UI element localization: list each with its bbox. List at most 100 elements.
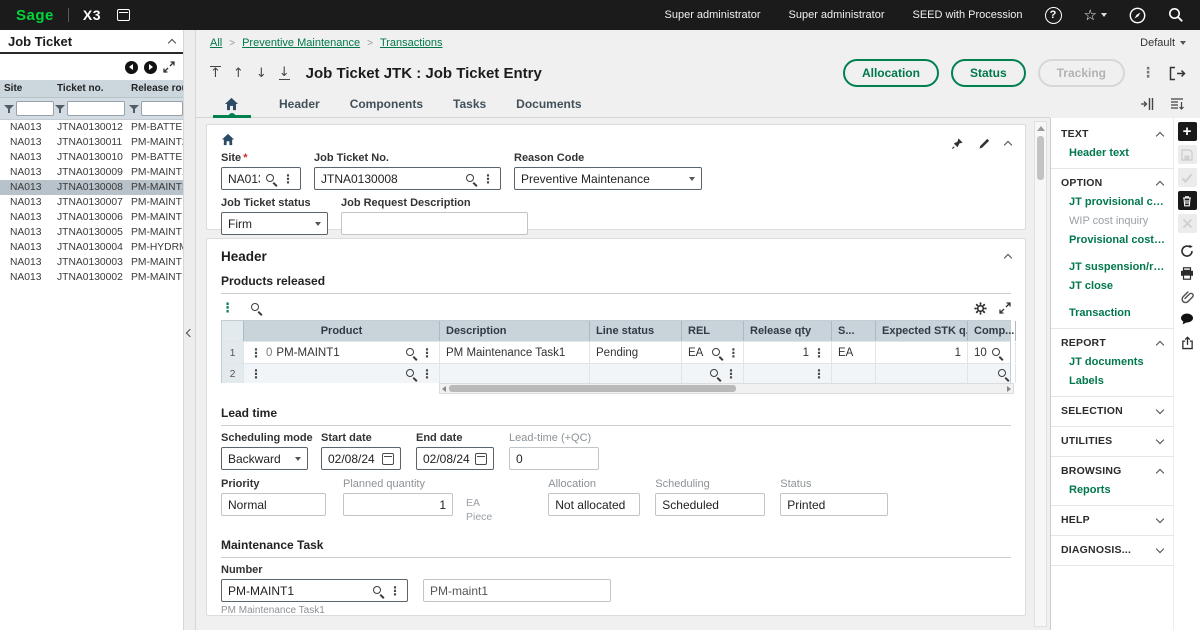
planned-quantity-field[interactable]: 1 (343, 493, 453, 516)
field-options-icon[interactable]: ⋮ (282, 173, 294, 185)
status-field[interactable]: Printed (780, 493, 888, 516)
filter-ticket-input[interactable] (67, 101, 125, 116)
comment-button[interactable] (1178, 310, 1197, 329)
job-request-description-field[interactable] (341, 212, 528, 235)
collapse-section-icon[interactable] (1004, 254, 1012, 262)
global-search[interactable] (1168, 7, 1184, 23)
section-header[interactable]: BROWSING (1061, 460, 1165, 481)
field-options-icon[interactable]: ⋮ (482, 173, 494, 185)
job-ticket-row[interactable]: NA013 JTNA0130011 PM-MAINT2 (0, 135, 183, 150)
confirm-button-disabled[interactable] (1178, 168, 1197, 187)
section-header[interactable]: SELECTION (1061, 400, 1165, 421)
lookup-icon[interactable] (709, 368, 721, 380)
share-button[interactable] (1178, 333, 1197, 352)
status-button[interactable]: Status (951, 59, 1026, 87)
grid-fullscreen-icon[interactable] (999, 302, 1011, 314)
user-name-menu[interactable]: Super administrator (789, 9, 885, 21)
scrollbar-thumb[interactable] (1037, 136, 1044, 180)
job-ticket-no-field[interactable]: JTNA0130008 ⋮ (314, 167, 501, 190)
grid-settings-gear-icon[interactable] (974, 302, 987, 315)
main-vertical-scrollbar[interactable] (1034, 121, 1047, 627)
collapse-left-panel-icon[interactable] (186, 329, 194, 337)
field-options-icon[interactable]: ⋮ (725, 368, 737, 380)
scroll-up-arrow[interactable] (1037, 126, 1045, 131)
action-link[interactable]: Transaction (1061, 304, 1165, 323)
toggle-layout-icon[interactable] (1170, 97, 1184, 111)
next-page-button[interactable] (144, 61, 157, 74)
filter-routing-input[interactable] (141, 101, 183, 116)
panel-splitter[interactable] (183, 30, 196, 630)
action-link[interactable]: Header text (1061, 144, 1165, 163)
grid-actions-icon[interactable]: ⋮ (221, 302, 234, 315)
collapse-icon[interactable] (168, 38, 176, 46)
tab-home[interactable] (214, 90, 249, 117)
left-panel-header[interactable]: Job Ticket (0, 30, 183, 54)
user-role-menu[interactable]: Super administrator (665, 9, 761, 21)
action-link[interactable]: JT provisional cost calcula... (1061, 193, 1165, 212)
job-ticket-row[interactable]: NA013 JTNA0130005 PM-MAINT (0, 225, 183, 240)
view-selector[interactable]: Default (1140, 37, 1186, 49)
column-site[interactable]: Site (0, 83, 55, 94)
expand-icon[interactable] (163, 61, 175, 73)
new-record-button[interactable]: + (1178, 122, 1197, 141)
grid-column-product[interactable]: Product (244, 321, 440, 341)
field-options-icon[interactable]: ⋮ (813, 368, 825, 380)
row-options-icon[interactable]: ⋮ (250, 347, 262, 359)
job-ticket-row[interactable]: NA013 JTNA0130004 PM-HYDRMA (0, 240, 183, 255)
edit-pencil-icon[interactable] (978, 137, 991, 150)
save-button-disabled[interactable] (1178, 145, 1197, 164)
breadcrumb-transactions[interactable]: Transactions (380, 37, 443, 49)
field-options-icon[interactable]: ⋮ (727, 347, 739, 359)
calendar-icon[interactable] (382, 453, 394, 465)
grid-horizontal-scrollbar[interactable] (439, 383, 1014, 394)
allocation-button[interactable]: Allocation (843, 59, 939, 87)
tab-header[interactable]: Header (279, 97, 320, 111)
print-button[interactable] (1178, 264, 1197, 283)
scroll-left-arrow[interactable] (442, 386, 446, 392)
job-ticket-row[interactable]: NA013 JTNA0130012 PM-BATTERY (0, 120, 183, 135)
reason-code-select[interactable]: Preventive Maintenance (514, 167, 702, 190)
action-link[interactable]: Reports (1061, 481, 1165, 500)
calendar-icon[interactable] (475, 453, 487, 465)
field-options-icon[interactable]: ⋮ (421, 347, 433, 359)
toggle-right-panel-icon[interactable] (1140, 97, 1154, 111)
end-date-field[interactable]: 02/08/24 (416, 447, 494, 470)
job-ticket-row[interactable]: NA013 JTNA0130002 PM-MAINT (0, 270, 183, 285)
lookup-icon[interactable] (405, 347, 417, 359)
section-header[interactable]: REPORT (1061, 332, 1165, 353)
endpoint-menu[interactable]: SEED with Procession (913, 9, 1023, 21)
action-link[interactable]: Provisional cost inquiry (1061, 231, 1165, 250)
job-ticket-row[interactable]: NA013 JTNA0130007 PM-MAINT (0, 195, 183, 210)
lead-time-field[interactable]: 0 (509, 447, 599, 470)
calendar-icon[interactable] (117, 9, 130, 21)
favorites-menu[interactable]: ☆ (1084, 8, 1107, 23)
site-field[interactable]: NA013 ⋮ (221, 167, 301, 190)
grid-row-1[interactable]: 1 ⋮ 0 PM-MAINT1 ⋮ PM Maintenance Task1 (222, 341, 1010, 363)
field-options-icon[interactable]: ⋮ (421, 368, 433, 380)
action-link[interactable]: WIP cost inquiry (1061, 212, 1165, 231)
prev-page-button[interactable] (125, 61, 138, 74)
row-options-icon[interactable]: ⋮ (250, 368, 262, 380)
grid-column-release-qty[interactable]: Release qty (744, 321, 832, 341)
grid-column-rel[interactable]: REL (682, 321, 744, 341)
attachment-button[interactable] (1178, 287, 1197, 306)
tab-components[interactable]: Components (350, 97, 423, 111)
help-icon[interactable]: ? (1045, 7, 1062, 24)
exit-icon[interactable] (1169, 66, 1186, 81)
action-link[interactable]: JT close (1061, 277, 1165, 296)
breadcrumb-all[interactable]: All (210, 37, 222, 49)
grid-column-line-status[interactable]: Line status (590, 321, 682, 341)
action-link[interactable]: JT documents (1061, 353, 1165, 372)
scheduling-mode-select[interactable]: Backward (221, 447, 308, 470)
priority-field[interactable]: Normal (221, 493, 326, 516)
scrollbar-thumb[interactable] (449, 385, 736, 392)
lookup-icon[interactable] (372, 585, 384, 597)
tab-tasks[interactable]: Tasks (453, 97, 486, 111)
tab-documents[interactable]: Documents (516, 97, 581, 111)
lookup-icon[interactable] (711, 347, 723, 359)
lookup-icon[interactable] (265, 173, 277, 185)
column-ticket-no[interactable]: Ticket no. (55, 83, 129, 94)
scheduling-field[interactable]: Scheduled (655, 493, 765, 516)
product-name[interactable]: X3 (83, 7, 101, 23)
grid-row-2[interactable]: 2 ⋮⋮ ⋮ ⋮ (222, 363, 1010, 383)
